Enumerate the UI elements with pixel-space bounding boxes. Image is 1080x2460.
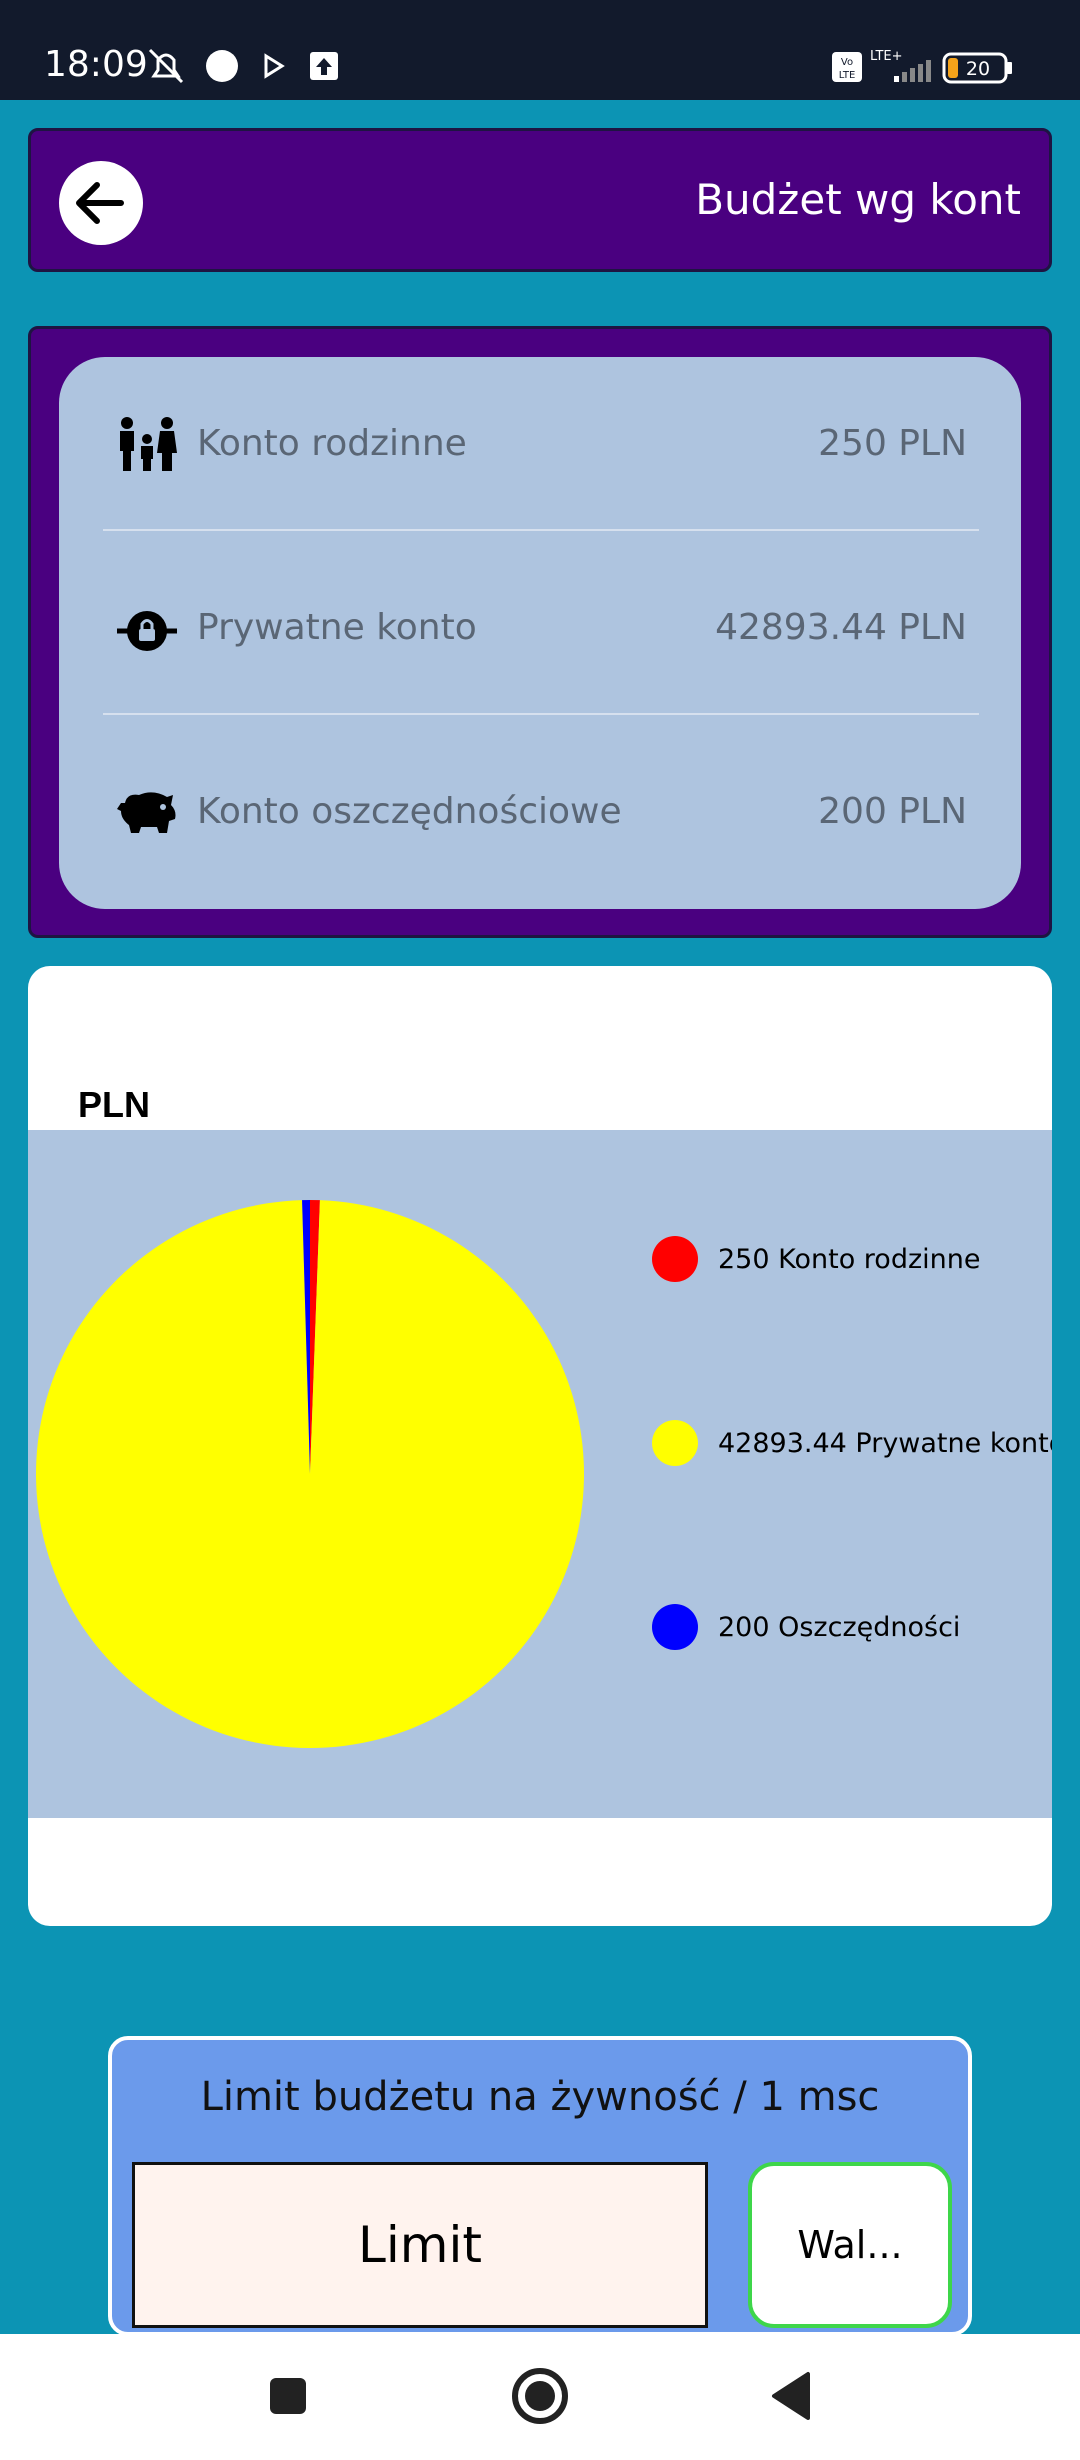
legend-label: 200 Oszczędności — [718, 1612, 961, 1643]
status-time: 18:09 — [44, 44, 148, 85]
currency-button[interactable]: Wal... — [748, 2162, 952, 2328]
status-bar: 18:09 Vo LTE LTE+ 20 — [0, 0, 1080, 100]
svg-text:LTE+: LTE+ — [870, 49, 903, 64]
divider — [103, 713, 979, 715]
page-title: Budżet wg kont — [695, 175, 1021, 224]
recents-button[interactable] — [256, 2364, 320, 2428]
chart-title: PLN — [78, 1084, 150, 1125]
status-system-icons: Vo LTE LTE+ 20 — [832, 49, 1012, 84]
account-name: Prywatne konto — [197, 607, 477, 648]
accounts-panel: Konto rodzinne 250 PLN Prywatne konto 42… — [28, 326, 1052, 938]
food-limit-card: Limit budżetu na żywność / 1 msc Limit W… — [108, 2036, 972, 2336]
legend-label: 42893.44 Prywatne konto — [718, 1428, 1052, 1459]
account-amount: 200 PLN — [818, 791, 967, 832]
svg-text:Vo: Vo — [841, 57, 853, 68]
account-row-family[interactable]: Konto rodzinne 250 PLN — [59, 377, 1021, 497]
account-amount: 250 PLN — [818, 423, 967, 464]
navigation-bar — [0, 2334, 1080, 2460]
square-icon — [270, 2378, 306, 2414]
legend-dot — [652, 1236, 698, 1282]
home-circle-icon — [512, 2368, 568, 2424]
account-name: Konto rodzinne — [197, 423, 467, 464]
limit-input[interactable]: Limit — [132, 2162, 708, 2328]
back-nav-button[interactable] — [760, 2364, 824, 2428]
arrow-left-icon — [76, 182, 124, 224]
play-store-icon — [264, 53, 285, 79]
dot-icon — [206, 50, 238, 82]
account-row-savings[interactable]: Konto oszczędnościowe 200 PLN — [59, 745, 1021, 865]
triangle-back-icon — [772, 2372, 810, 2420]
limit-title: Limit budżetu na żywność / 1 msc — [200, 2074, 880, 2120]
home-button[interactable] — [508, 2364, 572, 2428]
account-amount: 42893.44 PLN — [715, 607, 967, 648]
status-notification-icons — [148, 48, 338, 84]
pie-chart: 250 Konto rodzinne 42893.44 Prywatne kont… — [28, 1130, 1052, 1818]
legend-dot — [652, 1604, 698, 1650]
back-button[interactable] — [59, 161, 143, 245]
piggy-bank-icon — [117, 792, 176, 833]
account-name: Konto oszczędnościowe — [197, 791, 622, 832]
family-icon — [120, 417, 177, 471]
legend-label: 250 Konto rodzinne — [718, 1244, 981, 1275]
lock-icon — [117, 611, 177, 651]
divider — [103, 529, 979, 531]
battery-icon: 20 — [942, 52, 1012, 84]
upload-icon — [310, 52, 338, 80]
app-header: Budżet wg kont — [28, 128, 1052, 272]
svg-text:20: 20 — [966, 58, 990, 80]
chart-card: PLN 250 Konto rodzinne 42893.44 Prywatne … — [28, 966, 1052, 1926]
legend-dot — [652, 1420, 698, 1466]
muted-bell-icon — [148, 48, 184, 84]
svg-text:LTE: LTE — [839, 70, 856, 81]
account-row-private[interactable]: Prywatne konto 42893.44 PLN — [59, 561, 1021, 681]
accounts-list: Konto rodzinne 250 PLN Prywatne konto 42… — [59, 357, 1021, 909]
pie-chart-svg — [36, 1200, 585, 1748]
